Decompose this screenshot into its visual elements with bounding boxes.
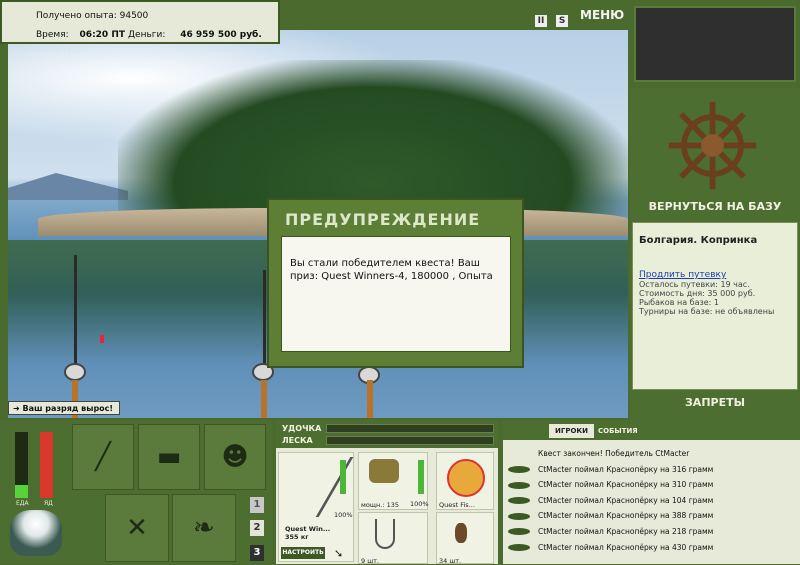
- reel-gauge: [418, 460, 424, 494]
- arrow-down-right-icon[interactable]: ➘: [334, 547, 343, 560]
- list-item: CtMacter поймал Краснопёрку на 430 грамм: [508, 540, 798, 556]
- topbar-icons: II S: [535, 8, 572, 27]
- exp-label: Получено опыта:: [36, 11, 117, 21]
- return-to-base-button[interactable]: ВЕРНУТЬСЯ НА БАЗУ: [630, 200, 800, 213]
- fish-icon: [508, 544, 530, 552]
- food-tile[interactable]: ✕: [105, 494, 169, 562]
- bait-icon: [455, 523, 467, 543]
- exp-value: 94500: [119, 11, 149, 21]
- watermark: INSTALLSOFT.RU: [14, 46, 80, 55]
- food-bar: [15, 432, 28, 498]
- reel-percent: 100%: [410, 500, 429, 508]
- day-cost: Стоимость дня: 35 000 руб.: [639, 289, 756, 298]
- s-icon[interactable]: S: [556, 15, 569, 27]
- log-entry-text: CtMacter поймал Краснопёрку на 104 грамм: [538, 495, 714, 505]
- line-label: ЛЕСКА: [282, 436, 313, 445]
- dialog-title: ПРЕДУПРЕЖДЕНИЕ: [285, 210, 481, 229]
- fish-icon: [508, 528, 530, 536]
- list-item: CtMacter поймал Краснопёрку на 310 грамм: [508, 477, 798, 493]
- fork-knife-icon: ✕: [126, 513, 148, 543]
- setup-button[interactable]: НАСТРОИТЬ: [281, 547, 325, 559]
- float-icon[interactable]: [100, 335, 104, 343]
- rod-durability-bar: [326, 424, 494, 433]
- tab-events[interactable]: СОБЫТИЯ: [598, 424, 638, 438]
- fisherman-tile[interactable]: ☻: [204, 424, 266, 490]
- rod-tile[interactable]: ╱: [72, 424, 134, 490]
- rod-weight: 355 кг: [285, 533, 309, 541]
- fish-icon: [508, 481, 530, 489]
- page-1-button[interactable]: 1: [250, 497, 264, 513]
- rod-label: УДОЧКА: [282, 424, 322, 433]
- rod-percent: 100%: [334, 511, 353, 519]
- tab-players[interactable]: ИГРОКИ: [549, 424, 594, 438]
- tackle-box-icon: ▬: [156, 442, 182, 472]
- hook-icon: [375, 519, 395, 549]
- reel-icon: [369, 459, 399, 483]
- time-label: Время:: [36, 30, 69, 40]
- list-item: CtMacter поймал Краснопёрку на 316 грамм: [508, 462, 798, 478]
- money-value: 46 959 500 руб.: [180, 30, 262, 40]
- quest-finished-message: Квест закончен! Победитель CtMacter: [538, 449, 690, 458]
- hook-slot[interactable]: 9 шт.: [358, 512, 428, 565]
- lure-name: Quest Fis...: [439, 501, 475, 509]
- time-value: 06:20 ПТ: [79, 30, 125, 40]
- log-entry-text: CtMacter поймал Краснопёрку на 430 грамм: [538, 542, 714, 552]
- food-label: ЕДА: [16, 500, 29, 507]
- fish-icon: ❧: [193, 513, 215, 543]
- food-bar-fill: [15, 484, 28, 498]
- lure-icon: [447, 459, 485, 497]
- reel-power: мощн.: 135: [361, 501, 399, 509]
- fish-icon: [508, 497, 530, 505]
- line-durability-bar: [326, 436, 494, 445]
- tackle-box-tile[interactable]: ▬: [138, 424, 200, 490]
- page-2-button[interactable]: 2: [250, 520, 264, 536]
- fish-icon: [508, 512, 530, 520]
- ship-wheel-icon[interactable]: [665, 98, 760, 193]
- rod-2-handle: [261, 380, 267, 418]
- rod-name: Quest Win...: [285, 525, 331, 533]
- fish-icon: [508, 466, 530, 474]
- right-top-panel: [634, 6, 796, 82]
- log-entry-text: CtMacter поймал Краснопёрку на 310 грамм: [538, 480, 714, 490]
- rank-up-text: Ваш разряд вырос!: [22, 404, 114, 413]
- dialog-body: Вы стали победителем квеста! Ваш приз: Q…: [281, 236, 511, 352]
- extend-voucher-link[interactable]: Продлить путевку: [639, 270, 791, 280]
- rod-1-reel: [64, 363, 86, 381]
- list-item: CtMacter поймал Краснопёрку на 218 грамм: [508, 524, 798, 540]
- ya-label: ЯД: [44, 500, 53, 507]
- list-item: CtMacter поймал Краснопёрку на 104 грамм: [508, 493, 798, 509]
- fish-tile[interactable]: ❧: [172, 494, 236, 562]
- ya-bar-fill: [40, 432, 53, 498]
- bans-button[interactable]: ЗАПРЕТЫ: [630, 396, 800, 409]
- bait-slot[interactable]: 34 шт.: [436, 512, 494, 565]
- lure-slot[interactable]: Quest Fis...: [436, 452, 494, 510]
- arrow-icon: ➜: [13, 404, 23, 413]
- log-lines: Квест закончен! Победитель CtMacter CtMa…: [508, 446, 798, 555]
- log-entry-text: CtMacter поймал Краснопёрку на 388 грамм: [538, 511, 714, 521]
- menu-button[interactable]: МЕНЮ: [580, 8, 624, 22]
- player-info-panel: Получено опыта: 94500 Время: 06:20 ПТ Де…: [0, 0, 280, 44]
- fisherman-icon: ☻: [221, 442, 249, 472]
- log-entry-text: CtMacter поймал Краснопёрку на 218 грамм: [538, 526, 714, 536]
- tournaments: Турниры на базе: не объявлены: [639, 307, 775, 316]
- log-tabs: [503, 420, 800, 440]
- page-3-button[interactable]: 3: [250, 545, 264, 561]
- location-info: Болгария. Копринка Продлить путевку Оста…: [632, 222, 798, 390]
- list-item: CtMacter поймал Краснопёрку на 388 грамм: [508, 508, 798, 524]
- location-title: Болгария. Копринка: [639, 235, 758, 246]
- rod-icon: ╱: [95, 442, 111, 472]
- voucher-remaining: Осталось путевки: 19 час.: [639, 280, 750, 289]
- pause-icon[interactable]: II: [535, 15, 547, 27]
- fishers-count: Рыбаков на базе: 1: [639, 298, 719, 307]
- rank-up-notice[interactable]: ➜ Ваш разряд вырос!: [8, 401, 120, 415]
- money-label: Деньги:: [128, 30, 166, 40]
- bait-pot-icon[interactable]: [10, 510, 62, 556]
- log-entry-text: CtMacter поймал Краснопёрку на 316 грамм: [538, 464, 714, 474]
- warning-dialog[interactable]: ПРЕДУПРЕЖДЕНИЕ Вы стали победителем квес…: [267, 198, 524, 368]
- rod-gauge: [340, 460, 346, 494]
- ya-bar: [40, 432, 53, 498]
- rod-3-handle: [367, 380, 373, 418]
